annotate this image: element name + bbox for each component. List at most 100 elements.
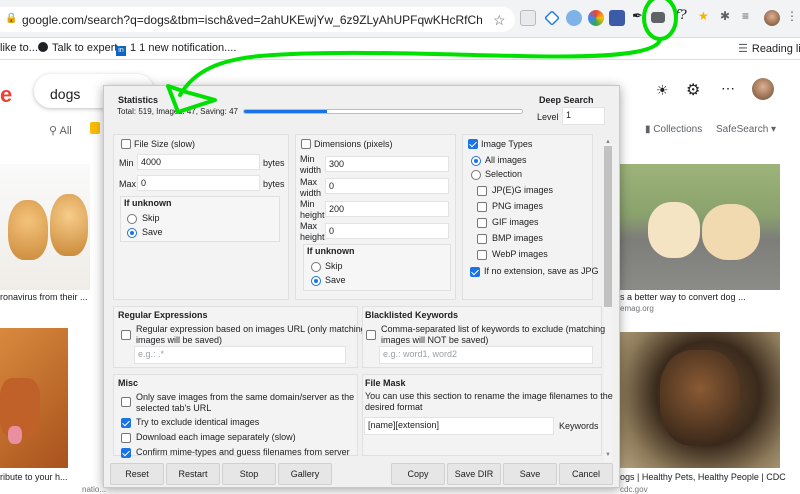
bookmark-icon: ▮ [645, 124, 651, 135]
image-caption[interactable]: ribute to your h... [0, 472, 68, 482]
extension-diamond-icon[interactable] [544, 10, 560, 26]
dim-unknown-skip-radio[interactable] [311, 262, 321, 272]
min-width-input[interactable]: 300 [325, 156, 449, 172]
exclude-identical-checkbox[interactable] [121, 418, 131, 428]
copy-button[interactable]: Copy [391, 463, 445, 485]
max-size-input[interactable]: 0 [137, 175, 260, 191]
scroll-up-icon[interactable]: ▲ [605, 139, 611, 145]
address-bar[interactable]: 🔒 google.com/search?q=dogs&tbm=isch&ved=… [0, 7, 515, 32]
text-line: Regular expression based on images URL (… [136, 324, 366, 334]
all-images-label: All images [485, 155, 527, 165]
same-domain-checkbox[interactable] [121, 397, 131, 407]
scrollbar-thumb[interactable] [604, 146, 612, 307]
regex-input[interactable]: e.g.: .* [134, 346, 346, 364]
dim-unknown-save-radio[interactable] [311, 276, 321, 286]
image-caption[interactable]: s a better way to convert dog ... [620, 292, 746, 302]
min-height-input[interactable]: 200 [325, 201, 449, 217]
safesearch-dropdown[interactable]: SafeSearch ▾ [716, 124, 776, 135]
webp-checkbox[interactable] [477, 250, 487, 260]
reset-button[interactable]: Reset [110, 463, 164, 485]
image-caption[interactable]: ronavirus from their ... [0, 292, 88, 302]
extension-blue-icon[interactable] [609, 10, 625, 26]
bmp-checkbox[interactable] [477, 234, 487, 244]
label-line: width [300, 188, 322, 198]
if-unknown-label: If unknown [124, 198, 172, 208]
deep-search-level-input[interactable]: 1 [562, 107, 605, 125]
restart-button[interactable]: Restart [166, 463, 220, 485]
selection-radio[interactable] [471, 170, 481, 180]
extension-eyedropper-icon[interactable]: ✒ [632, 8, 648, 24]
scroll-down-icon[interactable]: ▼ [605, 452, 611, 458]
extension-mail-icon[interactable] [520, 10, 536, 26]
collections-link[interactable]: ▮ Collections [645, 124, 702, 135]
reading-list-button[interactable]: ☰Reading list [738, 42, 800, 55]
min-size-input[interactable]: 4000 [137, 154, 260, 170]
save-button[interactable]: Save [503, 463, 557, 485]
extension-star-icon[interactable]: ★ [698, 9, 714, 25]
regex-checkbox[interactable] [121, 330, 131, 340]
url-text[interactable]: google.com/search?q=dogs&tbm=isch&ved=2a… [22, 13, 482, 27]
jpeg-checkbox[interactable] [477, 186, 487, 196]
bookmark-star-icon[interactable]: ☆ [493, 12, 506, 29]
save-dir-button[interactable]: Save DIR [447, 463, 501, 485]
dialog-scrollbar[interactable]: ▲ ▼ [604, 139, 612, 462]
tab-all[interactable]: ⚲ All [49, 124, 72, 137]
confirm-mime-checkbox[interactable] [121, 448, 131, 458]
extension-function-icon[interactable]: f? [675, 8, 691, 24]
extension-refresh-icon[interactable] [566, 10, 582, 26]
file-size-checkbox[interactable] [121, 139, 131, 149]
png-checkbox[interactable] [477, 202, 487, 212]
blacklist-checkbox[interactable] [366, 330, 376, 340]
no-extension-jpg-checkbox[interactable] [470, 267, 480, 277]
text-line: desired format [365, 402, 423, 412]
max-height-input[interactable]: 0 [325, 223, 449, 239]
gallery-button[interactable]: Gallery [278, 463, 332, 485]
image-downloader-dialog: Statistics Total: 519, Images: 47, Savin… [103, 85, 620, 488]
image-downloader-extension-icon[interactable] [651, 12, 665, 23]
theme-sun-icon[interactable]: ☀ [656, 82, 669, 99]
image-types-checkbox[interactable] [468, 139, 478, 149]
image-result-mixed-dog[interactable] [620, 332, 780, 468]
bmp-label: BMP images [492, 233, 543, 243]
image-result-puppies[interactable] [620, 164, 780, 290]
size-unknown-save-radio[interactable] [127, 228, 137, 238]
image-result-retriever[interactable] [0, 328, 68, 468]
google-logo[interactable]: e [0, 82, 12, 108]
bookmark-linkedin[interactable]: in 1 1 new notification.... [116, 42, 236, 56]
bookmark-item[interactable]: like to... [0, 42, 38, 54]
extensions-puzzle-icon[interactable]: ✱ [720, 9, 736, 25]
bookmark-label: Talk to expert [52, 42, 118, 54]
file-size-title: File Size (slow) [134, 139, 196, 149]
profile-avatar-icon[interactable] [764, 10, 780, 26]
image-caption[interactable]: ogs | Healthy Pets, Healthy People | CDC [620, 472, 786, 482]
browser-toolbar: 🔒 google.com/search?q=dogs&tbm=isch&ved=… [0, 0, 800, 38]
image-result-pomeranian[interactable] [0, 164, 90, 290]
blacklist-input[interactable]: e.g.: word1, word2 [379, 346, 593, 364]
more-menu-icon[interactable]: ⋮ [786, 9, 800, 25]
account-avatar[interactable] [752, 78, 774, 100]
cancel-button[interactable]: Cancel [559, 463, 613, 485]
media-icon[interactable]: ≡ [742, 9, 758, 25]
label-line: Max [300, 177, 318, 187]
extension-color-icon[interactable] [588, 10, 604, 26]
all-images-radio[interactable] [471, 156, 481, 166]
settings-gear-icon[interactable]: ⚙ [686, 80, 700, 100]
save-label: Save [325, 275, 346, 285]
search-query[interactable]: dogs [50, 86, 80, 102]
png-label: PNG images [492, 201, 544, 211]
gif-checkbox[interactable] [477, 218, 487, 228]
stop-button[interactable]: Stop [222, 463, 276, 485]
tab-images-icon[interactable] [90, 122, 100, 134]
file-mask-input[interactable]: [name][extension] [364, 417, 554, 435]
dimensions-checkbox[interactable] [301, 139, 311, 149]
size-unknown-skip-radio[interactable] [127, 214, 137, 224]
max-width-input[interactable]: 0 [325, 178, 449, 194]
bookmark-label: 1 1 new notification.... [130, 42, 237, 54]
bookmark-talk-to-expert[interactable]: Talk to expert [38, 42, 117, 54]
dog-shape [702, 204, 760, 260]
apps-grid-icon[interactable]: ⋯ [721, 80, 735, 97]
deep-search-title: Deep Search [539, 95, 594, 105]
keywords-link[interactable]: Keywords [559, 421, 599, 431]
download-separately-checkbox[interactable] [121, 433, 131, 443]
dog-shape [660, 350, 740, 446]
